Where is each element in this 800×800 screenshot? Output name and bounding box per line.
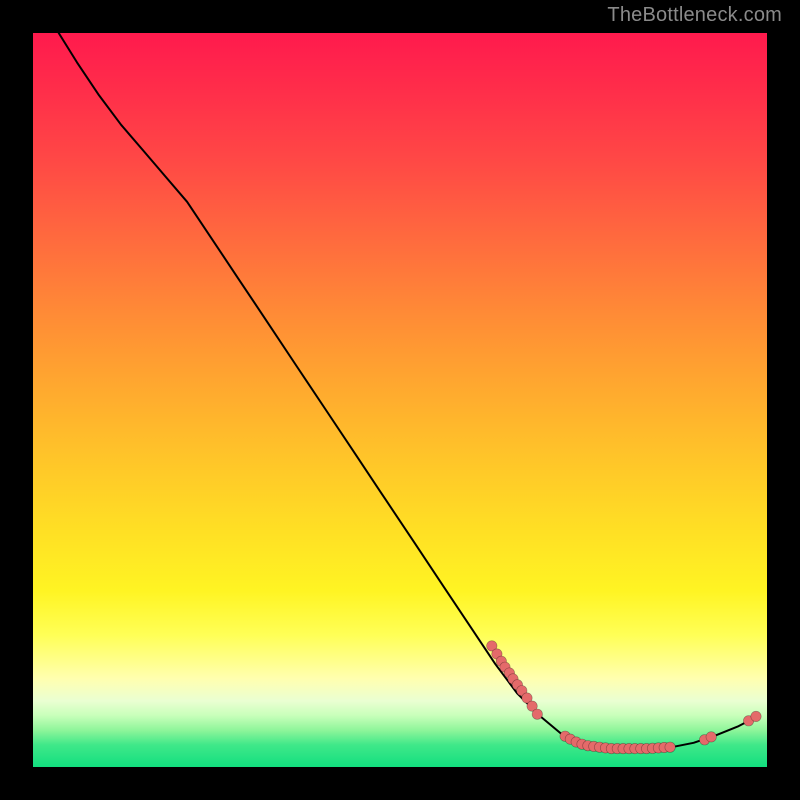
plot-area <box>33 33 767 767</box>
data-point <box>751 711 761 721</box>
watermark-text: TheBottleneck.com <box>607 4 782 27</box>
data-point <box>532 709 542 719</box>
chart-stage: TheBottleneck.com <box>0 0 800 800</box>
data-point <box>706 732 716 742</box>
data-point <box>665 742 675 752</box>
points-layer <box>33 33 767 767</box>
